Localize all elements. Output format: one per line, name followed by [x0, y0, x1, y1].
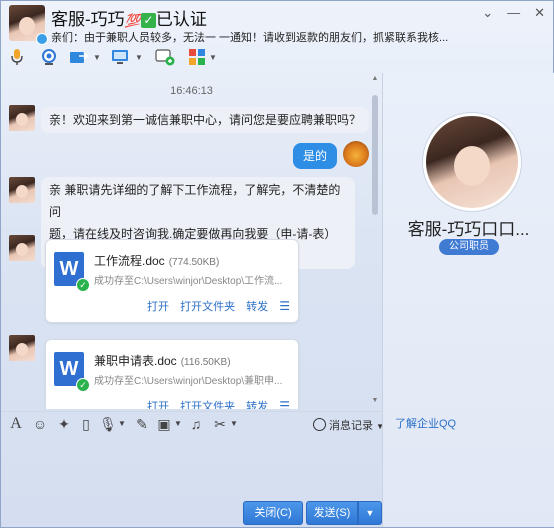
image-dropdown-icon[interactable]: ▼	[169, 415, 187, 433]
sender-avatar[interactable]	[9, 335, 35, 361]
emoji-icon[interactable]: ☺	[31, 415, 49, 433]
open-file-link[interactable]: 打开	[147, 301, 169, 313]
voice-dropdown-icon[interactable]: ▼	[113, 415, 131, 433]
my-avatar[interactable]	[343, 141, 369, 167]
file-name-text: 工作流程.doc	[94, 254, 165, 268]
download-complete-icon: ✓	[76, 378, 90, 392]
minimize-button[interactable]: —	[507, 5, 520, 20]
file-name: 兼职申请表.doc (116.50KB)	[94, 352, 231, 369]
sender-avatar[interactable]	[9, 177, 35, 203]
file-card: W ✓ 兼职申请表.doc (116.50KB) 成功存至C:\Users\win…	[45, 339, 299, 409]
input-toolbar: A ☺ ✦ ▯ 🎙 ▼ ✎ ▣ ▼ ♫ ✂ ▼ 消息记录 ▼	[1, 411, 384, 438]
contact-signature: 亲们：由于兼职人员较多，无法一 一通知！请收到返款的朋友们，抓紧联系我核...	[51, 32, 449, 44]
online-status-icon	[36, 33, 48, 45]
message-history-label: 消息记录	[329, 420, 373, 432]
magic-wand-icon[interactable]: ✦	[55, 415, 73, 433]
profile-photo[interactable]	[423, 113, 521, 211]
hundred-points-icon: 💯	[124, 13, 141, 28]
send-button[interactable]: 发送(S)	[306, 501, 358, 525]
forward-file-link[interactable]: 转发	[246, 301, 268, 313]
apps-dropdown-icon[interactable]: ▼	[209, 53, 217, 62]
font-icon[interactable]: A	[7, 415, 25, 433]
sender-avatar[interactable]	[9, 105, 35, 131]
remote-desktop-icon[interactable]	[111, 47, 131, 67]
transfer-dropdown-icon[interactable]: ▼	[93, 53, 101, 62]
window-controls: ⌄ — ✕	[468, 5, 545, 21]
file-size: (774.50KB)	[168, 257, 220, 268]
contact-name: 客服-巧巧	[51, 10, 125, 29]
send-options-dropdown[interactable]: ▼	[358, 501, 382, 525]
role-badge: 公司职员	[439, 239, 499, 255]
chat-scrollbar[interactable]: ▲ ▼	[371, 73, 379, 409]
music-icon[interactable]: ♫	[187, 415, 205, 433]
message-line: 亲 兼职请先详细的了解下工作流程，了解完，不清楚的问	[49, 183, 341, 219]
screenshot-dropdown-icon[interactable]: ▼	[225, 415, 243, 433]
shake-window-icon[interactable]: ▯	[77, 415, 95, 433]
add-chat-icon[interactable]	[155, 47, 175, 67]
open-folder-link[interactable]: 打开文件夹	[180, 301, 235, 313]
transfer-file-icon[interactable]	[69, 47, 89, 67]
learn-enterprise-qq-link[interactable]: 了解企业QQ	[395, 415, 456, 431]
download-complete-icon: ✓	[76, 278, 90, 292]
menu-chevron-icon[interactable]: ⌄	[482, 5, 493, 20]
scroll-thumb[interactable]	[372, 95, 378, 215]
remote-dropdown-icon[interactable]: ▼	[135, 53, 143, 62]
verified-check-icon: ✓	[140, 13, 156, 28]
file-name: 工作流程.doc (774.50KB)	[94, 252, 219, 269]
scroll-up-icon[interactable]: ▲	[371, 75, 379, 82]
apps-icon[interactable]	[187, 47, 207, 67]
close-window-button[interactable]: ✕	[534, 5, 545, 20]
open-file-link[interactable]: 打开	[147, 401, 169, 409]
edit-icon[interactable]: ✎	[133, 415, 151, 433]
file-save-path: 成功存至C:\Users\winjor\Desktop\工作流...	[94, 276, 283, 287]
file-card: W ✓ 工作流程.doc (774.50KB) 成功存至C:\Users\winj…	[45, 239, 299, 323]
file-name-text: 兼职申请表.doc	[94, 354, 177, 368]
forward-file-link[interactable]: 转发	[246, 401, 268, 409]
chat-window: 客服-巧巧💯 ✓ 已认证 亲们：由于兼职人员较多，无法一 一通知！请收到返款的朋友们…	[0, 0, 554, 528]
file-save-path: 成功存至C:\Users\winjor\Desktop\兼职申...	[94, 376, 283, 387]
file-actions: 打开 打开文件夹 转发 ☰	[139, 398, 290, 409]
file-actions: 打开 打开文件夹 转发 ☰	[139, 298, 290, 314]
file-menu-icon[interactable]: ☰	[279, 299, 290, 313]
profile-panel: 客服-巧巧口口... 公司职员 了解企业QQ	[382, 73, 554, 527]
video-icon[interactable]	[39, 47, 59, 67]
clock-icon	[313, 418, 326, 431]
file-size: (116.50KB)	[180, 357, 231, 368]
message-bubble: 亲！欢迎来到第一诚信兼职中心，请问您是要应聘兼职吗？	[41, 107, 370, 133]
message-list[interactable]: 16:46:13 亲！欢迎来到第一诚信兼职中心，请问您是要应聘兼职吗？ 是的 亲…	[1, 73, 382, 409]
close-button[interactable]: 关闭(C)	[243, 501, 303, 525]
message-timestamp: 16:46:13	[170, 85, 213, 97]
contact-title: 客服-巧巧💯 ✓ 已认证	[51, 5, 207, 30]
profile-name: 客服-巧巧口口...	[407, 220, 530, 239]
sender-avatar[interactable]	[9, 235, 35, 261]
scroll-down-icon[interactable]: ▼	[371, 397, 379, 404]
verified-label: 已认证	[155, 10, 207, 29]
my-message-bubble: 是的	[293, 143, 338, 169]
microphone-icon[interactable]	[7, 47, 27, 67]
file-menu-icon[interactable]: ☰	[279, 399, 290, 409]
open-folder-link[interactable]: 打开文件夹	[180, 401, 235, 409]
message-history-button[interactable]: 消息记录 ▼	[313, 417, 384, 433]
